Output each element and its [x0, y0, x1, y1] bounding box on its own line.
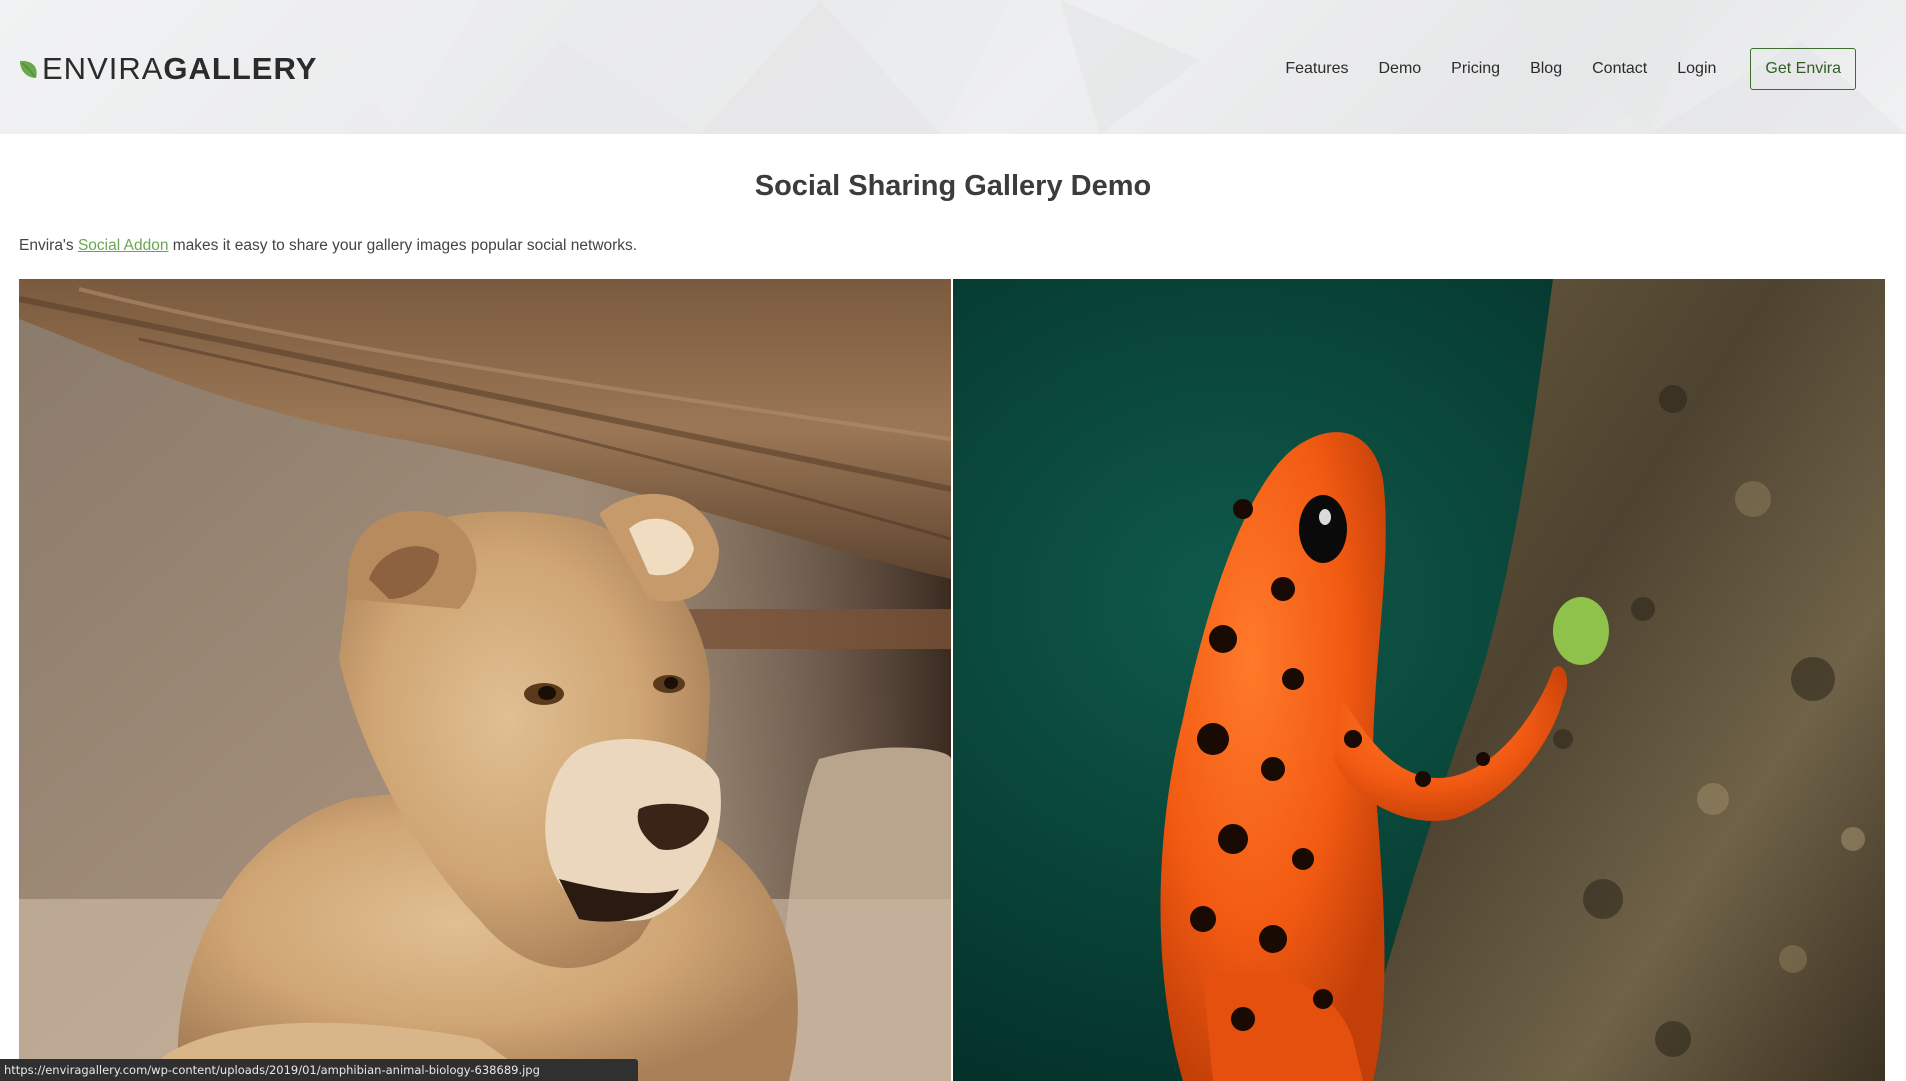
- site-header: ENVIRA GALLERY Features Demo Pricing Blog…: [0, 0, 1906, 134]
- nav-item-features[interactable]: Features: [1285, 49, 1348, 89]
- logo-text-envira: ENVIRA: [42, 51, 164, 86]
- page-title: Social Sharing Gallery Demo: [754, 170, 1152, 202]
- intro-text: Envira's Social Addon makes it easy to s…: [19, 237, 637, 255]
- browser-status-bar: https://enviragallery.com/wp-content/upl…: [0, 1059, 638, 1081]
- nav-item-login[interactable]: Login: [1677, 49, 1716, 89]
- nav-item-pricing[interactable]: Pricing: [1451, 49, 1500, 89]
- get-envira-button[interactable]: Get Envira: [1750, 48, 1856, 90]
- nav-item-blog[interactable]: Blog: [1530, 49, 1562, 89]
- intro-prefix: Envira's: [19, 237, 78, 254]
- intro-suffix: makes it easy to share your gallery imag…: [168, 237, 638, 254]
- image-gallery: [19, 279, 1885, 1081]
- social-addon-link[interactable]: Social Addon: [78, 237, 169, 254]
- logo-text-gallery: GALLERY: [163, 51, 318, 86]
- main-nav: Features Demo Pricing Blog Contact Login…: [1255, 48, 1856, 90]
- red-frog-photo: [953, 279, 1885, 1081]
- leaf-icon: [20, 60, 37, 78]
- lioness-photo: [19, 279, 951, 1081]
- nav-item-demo[interactable]: Demo: [1378, 49, 1421, 89]
- gallery-image-red-frog[interactable]: [953, 279, 1885, 1081]
- envira-logo[interactable]: ENVIRA GALLERY: [18, 50, 317, 88]
- gallery-image-lioness[interactable]: [19, 279, 951, 1081]
- nav-item-contact[interactable]: Contact: [1592, 49, 1647, 89]
